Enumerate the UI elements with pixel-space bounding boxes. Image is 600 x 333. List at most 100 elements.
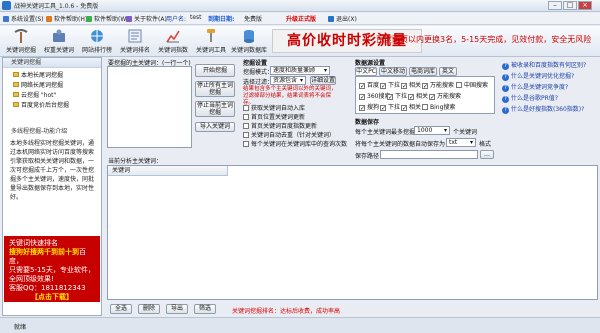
source-sogou-related[interactable]: ✓ 相关 — [401, 102, 421, 112]
delete-button[interactable]: 删除 — [138, 304, 160, 314]
checkbox[interactable] — [243, 105, 249, 111]
tab-cn-pc[interactable]: 中文PC — [355, 67, 377, 76]
minimize-button[interactable]: – — [548, 1, 562, 10]
filter-button[interactable]: 筛选 — [194, 304, 216, 314]
import-keywords-button[interactable]: 导入关键词 — [195, 122, 235, 132]
option-query-count[interactable]: 每个关键词在关键词库中的查询次数 — [243, 139, 347, 148]
menu-software-help[interactable]: 软件帮助(H) — [46, 14, 87, 23]
checkbox[interactable]: ✓ — [359, 83, 365, 90]
upgrade-link[interactable]: 升级正式版 — [286, 14, 316, 23]
tool-keyword-rank[interactable]: 关键词排名 — [116, 27, 154, 57]
checkbox[interactable] — [243, 141, 249, 147]
source-360-related[interactable]: ✓ 相关 — [408, 91, 428, 101]
source-settings-header: 数据源设置 — [355, 60, 386, 67]
faq-link-4[interactable]: ? 什么是谷歌PR值? — [502, 93, 598, 104]
weight-icon — [53, 29, 65, 42]
checkbox[interactable] — [243, 132, 249, 138]
checkbox[interactable] — [456, 82, 462, 88]
faq-link-3[interactable]: ? 什么是关键词竞争度? — [502, 82, 598, 93]
checkbox[interactable] — [422, 104, 428, 110]
checkbox[interactable] — [243, 114, 249, 120]
left-ad-box[interactable]: 关键词快速排名 搜狗好搜两千到前十到百度， 只需要5-15天，专业软件，全网顶级… — [4, 236, 100, 302]
ad-download-link[interactable]: 【点击下载】 — [9, 293, 95, 302]
status-text: 就绪 — [14, 324, 27, 331]
checkbox[interactable]: ✓ — [380, 83, 386, 90]
source-baidu-universal[interactable]: ✓ 万能搜索 — [422, 80, 454, 90]
menu-system-settings[interactable]: 系统设置(S) — [3, 14, 44, 23]
menu-exit[interactable]: 退出(X) — [328, 14, 357, 23]
save-path-input[interactable] — [380, 150, 478, 159]
save-format-select[interactable]: txt — [446, 138, 476, 147]
checkbox[interactable]: ✓ — [401, 105, 407, 112]
promo-text[interactable]: 百度两页以内更换3名，5-15天完成，见效付款，安全无风险 — [376, 34, 591, 45]
tool-site-ranking[interactable]: 网站排行榜 — [78, 27, 116, 57]
question-icon: ? — [502, 96, 509, 103]
tree-item-local[interactable]: 本地长尾词挖掘 — [13, 71, 101, 81]
option-dedupe[interactable]: 关键词自动去重（针对关键词） — [243, 130, 343, 139]
option-index-update[interactable]: 首页关键词百度指数更新 — [243, 121, 343, 130]
faq-link-2[interactable]: ? 什么是关键词优化挖掘? — [502, 71, 598, 82]
checkbox[interactable] — [243, 123, 249, 129]
checkbox[interactable]: ✓ — [408, 94, 414, 101]
index-chart-icon — [166, 30, 180, 43]
source-360-dropdown[interactable]: ✓ 下拉 — [387, 91, 407, 101]
column-header-keyword[interactable]: 关键词 — [108, 166, 228, 176]
maximize-button[interactable]: □ — [563, 1, 577, 10]
ad-line-1: 关键词快速排名 — [9, 239, 58, 247]
option-homepage-update[interactable]: 首页位置关键词更新 — [243, 112, 343, 121]
source-baidu-dropdown[interactable]: ✓ 下拉 — [380, 80, 400, 90]
stop-current-button[interactable]: 停止当前主词挖掘 — [195, 101, 235, 117]
info-icon — [126, 16, 132, 22]
source-360-universal[interactable]: ✓ 万能搜索 — [429, 91, 461, 101]
checkbox[interactable]: ✓ — [359, 94, 365, 101]
max-keywords-input[interactable]: 1000 — [414, 126, 450, 135]
detail-settings-button[interactable]: 详细设置 — [310, 76, 336, 85]
max-keywords-unit: 个关键词 — [453, 129, 478, 136]
tool-keyword-index[interactable]: 关键词指数 — [154, 27, 192, 57]
stop-all-button[interactable]: 停止所有主词挖掘 — [195, 81, 235, 97]
option-auto-save[interactable]: 获取关键词自动入库 — [243, 103, 343, 112]
checkbox[interactable]: ✓ — [401, 83, 407, 90]
main-keyword-input[interactable] — [107, 66, 192, 148]
start-mining-button[interactable]: 开始挖掘 — [195, 64, 235, 77]
checkbox[interactable]: ✓ — [359, 105, 365, 112]
checkbox[interactable]: ✓ — [429, 94, 435, 101]
result-table[interactable]: 关键词 — [107, 165, 598, 300]
ranking-service-link[interactable]: 关键词挖掘排名：达标后收费，成功率高 — [232, 306, 340, 315]
source-chinaso[interactable]: 中国搜索 — [456, 80, 488, 89]
mining-section-header[interactable]: 关键词挖掘 — [3, 58, 101, 68]
source-bing[interactable]: Bing搜索 — [422, 102, 455, 111]
filter-select[interactable]: 资源包含 — [270, 76, 306, 85]
source-360[interactable]: ✓ 360搜索 — [359, 91, 390, 101]
close-button[interactable]: × — [578, 1, 592, 10]
menu-software-help-w[interactable]: 软件帮助(W) — [86, 14, 129, 23]
checkbox[interactable]: ✓ — [422, 83, 428, 90]
mining-mode-select[interactable]: 速度和质量兼顾 — [270, 66, 330, 75]
browse-path-button[interactable]: … — [480, 150, 494, 159]
source-sogou-dropdown[interactable]: ✓ 下拉 — [380, 102, 400, 112]
tree-item-network[interactable]: 网络长尾词挖掘 — [13, 81, 101, 91]
tree-item-cloud[interactable]: 云挖掘 "hot" — [13, 91, 101, 101]
select-all-button[interactable]: 全选 — [110, 304, 132, 314]
mining-mode-label: 挖掘模式： — [243, 69, 274, 76]
tab-cn-mobile[interactable]: 中文移动 — [379, 67, 407, 76]
source-sogou[interactable]: ✓ 搜狗 — [359, 102, 379, 112]
faq-link-1[interactable]: ? 被收录和百度指数有何区别? — [502, 60, 598, 71]
tool-keyword-database[interactable]: 关键词数据库 — [230, 27, 268, 57]
tool-keyword-mining[interactable]: 关键词挖掘 — [2, 27, 40, 57]
menu-about[interactable]: 关于软件(A) — [126, 14, 167, 23]
source-baidu[interactable]: ✓ 百度 — [359, 80, 379, 90]
tool-keyword-tools[interactable]: 关键词工具 — [192, 27, 230, 57]
question-icon: ? — [502, 107, 509, 114]
source-baidu-related[interactable]: ✓ 相关 — [401, 80, 421, 90]
pickaxe-icon — [14, 29, 28, 43]
checkbox[interactable]: ✓ — [387, 94, 393, 101]
tab-english[interactable]: 英文 — [439, 67, 457, 76]
tree-item-baidu-bid[interactable]: 百度竞价后台挖掘 — [13, 101, 101, 111]
filter-label: 选择过滤： — [243, 79, 274, 86]
checkbox[interactable]: ✓ — [380, 105, 386, 112]
export-button[interactable]: 导出 — [166, 304, 188, 314]
faq-link-5[interactable]: ? 什么是好搜指数(360指数)? — [502, 104, 598, 115]
tab-ecommerce[interactable]: 电商词库 — [409, 67, 437, 76]
tool-weight-keywords[interactable]: 权重关键词 — [40, 27, 78, 57]
